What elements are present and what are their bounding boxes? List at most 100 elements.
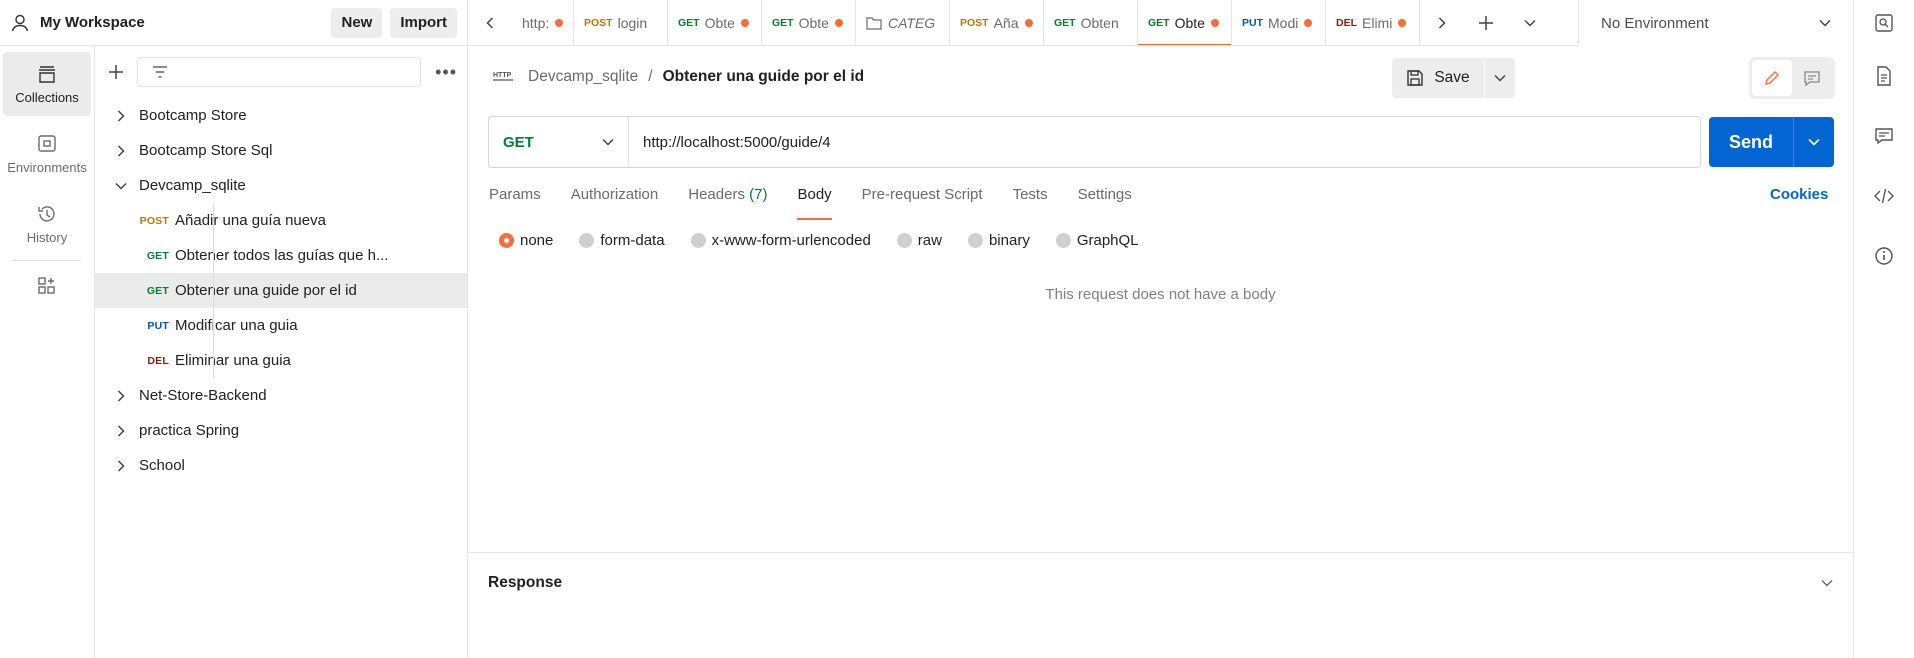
tree-guide-line: [213, 343, 214, 378]
tree-guide-line: [213, 273, 214, 308]
radio[interactable]: [579, 233, 595, 248]
tab-tests[interactable]: Tests: [1013, 186, 1048, 216]
response-panel-header[interactable]: Response: [468, 552, 1853, 612]
radio-label: GraphQL: [1076, 232, 1139, 249]
save-button[interactable]: Save: [1392, 58, 1484, 98]
url-bar: GET http://localhost:5000/guide/4 Send: [488, 116, 1835, 168]
request-item[interactable]: GET Obtener todos las guías que h...: [95, 238, 467, 273]
code-snippet-button[interactable]: [1854, 166, 1914, 226]
request-item[interactable]: PUT Modificar una guia: [95, 308, 467, 343]
empty-body-message: This request does not have a body: [1045, 286, 1276, 303]
environment-quick-look-button[interactable]: [1854, 0, 1914, 46]
send-button[interactable]: Send: [1709, 117, 1793, 167]
chevron-right-icon[interactable]: [111, 389, 131, 402]
request-tab-active[interactable]: GET Obte: [1138, 0, 1232, 45]
request-tab[interactable]: CATEG: [856, 0, 950, 45]
radio[interactable]: [690, 233, 706, 248]
request-tab[interactable]: DEL Elimi: [1326, 0, 1420, 45]
body-type-binary[interactable]: binary: [967, 232, 1030, 249]
collection-name: practica Spring: [139, 422, 240, 439]
rail-divider: [13, 260, 81, 261]
tab-headers[interactable]: Headers (7): [688, 186, 767, 216]
documentation-button[interactable]: [1854, 46, 1914, 106]
body-type-urlencoded[interactable]: x-www-form-urlencoded: [690, 232, 871, 249]
request-tab[interactable]: GET Obte: [762, 0, 856, 45]
tab-params[interactable]: Params: [489, 186, 541, 216]
chevron-right-icon[interactable]: [111, 459, 131, 472]
body-type-graphql[interactable]: GraphQL: [1055, 232, 1139, 249]
tree-guide-line: [213, 203, 214, 238]
workspace-header: My Workspace New Import: [0, 0, 468, 46]
body-type-form-data[interactable]: form-data: [579, 232, 665, 249]
chevron-down-icon[interactable]: [111, 182, 131, 190]
body-type-none[interactable]: none: [499, 232, 553, 249]
request-tab[interactable]: POST Aña: [950, 0, 1044, 45]
tab-pre-request-script[interactable]: Pre-request Script: [862, 186, 983, 216]
pencil-icon: [1765, 71, 1779, 85]
collection-row[interactable]: School: [95, 448, 467, 483]
url-input[interactable]: http://localhost:5000/guide/4: [628, 116, 1701, 168]
chevron-down-icon[interactable]: [1821, 579, 1833, 587]
rail-item-history[interactable]: History: [3, 192, 91, 256]
tab-list-button[interactable]: [1508, 0, 1552, 46]
new-button[interactable]: New: [331, 7, 383, 38]
new-tab-button[interactable]: [1464, 0, 1508, 46]
comment-icon: [1804, 71, 1820, 87]
radio[interactable]: [896, 233, 912, 248]
breadcrumb-collection[interactable]: Devcamp_sqlite: [528, 68, 638, 86]
request-tab[interactable]: GET Obten: [1044, 0, 1138, 45]
body-type-raw[interactable]: raw: [896, 232, 942, 249]
collection-name: School: [139, 457, 185, 474]
unsaved-dot: [1398, 18, 1407, 27]
scroll-tabs-right-button[interactable]: [1420, 0, 1464, 46]
request-tab[interactable]: POST login: [574, 0, 668, 45]
save-options-button[interactable]: [1485, 58, 1515, 98]
collection-row[interactable]: Devcamp_sqlite: [95, 168, 467, 203]
rail-configure-workbench[interactable]: [0, 275, 94, 297]
request-tab[interactable]: GET Obte: [668, 0, 762, 45]
scroll-tabs-left-button[interactable]: [468, 0, 512, 45]
add-collection-button[interactable]: [105, 61, 127, 83]
workspace-title[interactable]: My Workspace: [40, 14, 323, 31]
info-button[interactable]: [1854, 226, 1914, 286]
unsaved-dot: [740, 18, 749, 27]
tab-authorization[interactable]: Authorization: [571, 186, 659, 216]
rail-item-environments[interactable]: Environments: [3, 122, 91, 186]
more-options-icon[interactable]: •••: [435, 62, 457, 83]
import-button[interactable]: Import: [390, 7, 457, 38]
request-item[interactable]: POST Añadir una guía nueva: [95, 203, 467, 238]
radio[interactable]: [1055, 233, 1071, 248]
radio-label: none: [520, 232, 554, 249]
edit-mode-button[interactable]: [1752, 60, 1792, 96]
collection-row[interactable]: Net-Store-Backend: [95, 378, 467, 413]
tab-method: GET: [1148, 16, 1170, 29]
request-tab[interactable]: http:: [512, 0, 574, 45]
collection-row[interactable]: Bootcamp Store Sql: [95, 133, 467, 168]
plus-icon: [108, 65, 123, 79]
tab-actions: [1420, 0, 1552, 45]
chevron-right-icon[interactable]: [111, 109, 131, 122]
chevron-right-icon[interactable]: [111, 144, 131, 157]
request-tab[interactable]: PUT Modi: [1232, 0, 1326, 45]
radio-selected[interactable]: [499, 233, 514, 248]
method-select[interactable]: GET: [488, 116, 628, 168]
request-title[interactable]: Obtener una guide por el id: [663, 68, 865, 86]
history-icon: [38, 205, 55, 222]
cookies-link[interactable]: Cookies: [1770, 186, 1828, 203]
request-item[interactable]: DEL Eliminar una guia: [95, 343, 467, 378]
unsaved-dot: [1024, 18, 1033, 27]
send-options-button[interactable]: [1793, 117, 1834, 167]
comments-button[interactable]: [1854, 106, 1914, 166]
collection-row[interactable]: Bootcamp Store: [95, 98, 467, 133]
collection-filter-input[interactable]: [136, 57, 422, 87]
tab-settings[interactable]: Settings: [1078, 186, 1132, 216]
tab-body[interactable]: Body: [797, 186, 832, 220]
radio[interactable]: [967, 233, 983, 248]
request-item-selected[interactable]: GET Obtener una guide por el id: [95, 273, 467, 308]
rail-item-collections[interactable]: Collections: [3, 52, 91, 116]
chevron-right-icon[interactable]: [111, 424, 131, 437]
environment-selector[interactable]: No Environment: [1578, 0, 1854, 46]
request-name: Eliminar una guia: [175, 352, 291, 369]
collection-row[interactable]: practica Spring: [95, 413, 467, 448]
comments-mode-button[interactable]: [1792, 60, 1832, 96]
